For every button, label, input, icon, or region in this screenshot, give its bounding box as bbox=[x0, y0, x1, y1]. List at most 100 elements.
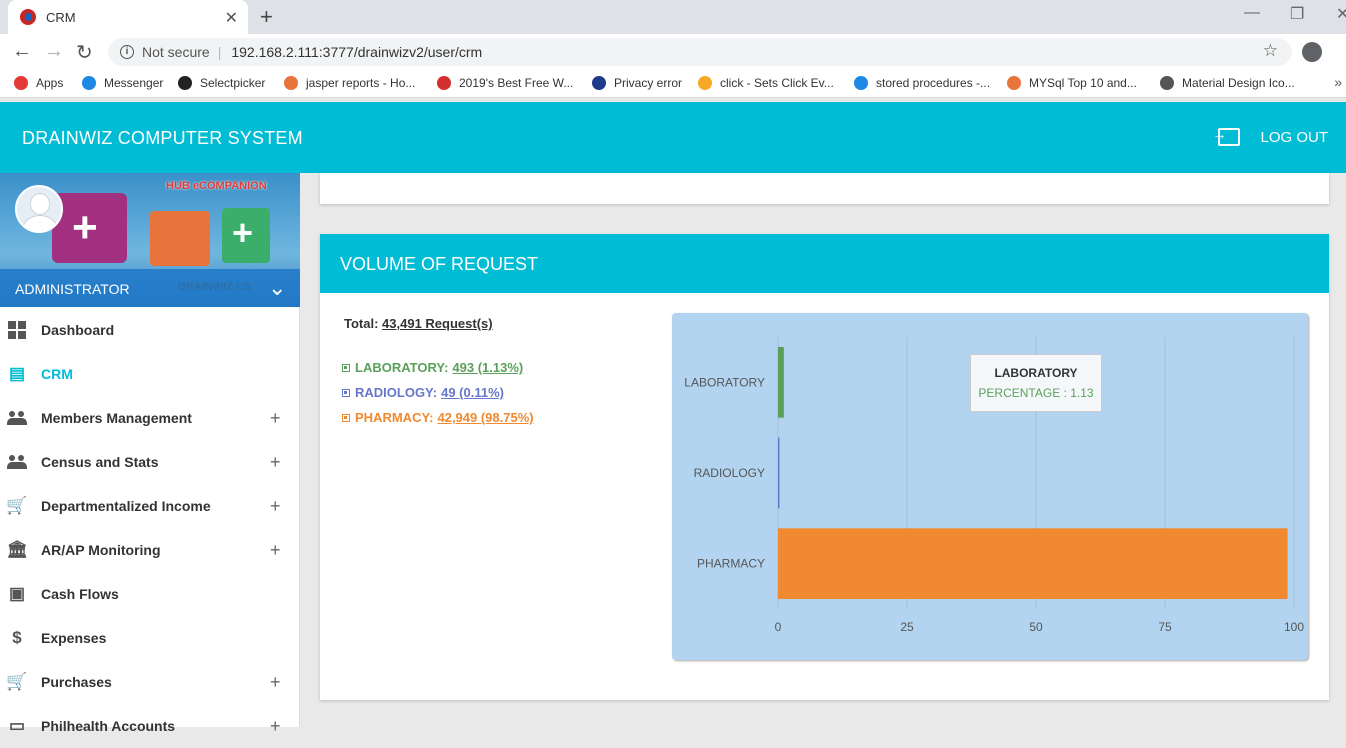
bookmark-item[interactable]: Messenger bbox=[82, 76, 163, 90]
tooltip-text: PERCENTAGE : 1.13 bbox=[978, 386, 1094, 400]
bookmark-label: MYSql Top 10 and... bbox=[1029, 76, 1137, 90]
volume-card: VOLUME OF REQUEST Total: 43,491 Request(… bbox=[320, 234, 1329, 700]
sidebar-item-philhealth-accounts[interactable]: ▭ Philhealth Accounts + bbox=[0, 704, 300, 748]
sidebar-item-members-management[interactable]: Members Management + bbox=[0, 396, 300, 440]
dollar-icon: $ bbox=[12, 628, 22, 647]
forward-icon[interactable]: → bbox=[44, 40, 64, 63]
app-title: DRAINWIZ COMPUTER SYSTEM bbox=[22, 128, 303, 148]
expand-plus-icon[interactable]: + bbox=[270, 672, 281, 693]
site-favicon-icon bbox=[20, 9, 36, 25]
sidebar-item-cash-flows[interactable]: ▣ Cash Flows bbox=[0, 572, 300, 616]
bookmark-item[interactable]: jasper reports - Ho... bbox=[284, 76, 415, 90]
bookmark-icon bbox=[178, 76, 192, 90]
expand-plus-icon[interactable]: + bbox=[270, 540, 281, 561]
logout-button[interactable]: LOG OUT bbox=[1212, 126, 1328, 146]
bookmark-label: stored procedures -... bbox=[876, 76, 991, 90]
sidebar-item-label: Departmentalized Income bbox=[41, 498, 211, 514]
bank-icon: 🏛 bbox=[6, 540, 28, 559]
sidebar-item-label: AR/AP Monitoring bbox=[41, 542, 161, 558]
card-title: VOLUME OF REQUEST bbox=[320, 234, 1329, 293]
browser-tab[interactable]: CRM ✕ bbox=[8, 0, 248, 34]
bookmark-label: Material Design Ico... bbox=[1182, 76, 1295, 90]
bookmark-item[interactable]: Selectpicker bbox=[178, 76, 265, 90]
account-icon[interactable] bbox=[1302, 42, 1322, 62]
bookmark-label: Messenger bbox=[104, 76, 164, 90]
security-label: Not secure bbox=[142, 44, 210, 60]
tab-title: CRM bbox=[46, 9, 76, 25]
legend-value[interactable]: 42,949 (98.75%) bbox=[437, 410, 533, 425]
bookmark-item[interactable]: Apps bbox=[14, 76, 63, 90]
legend-value[interactable]: 49 (0.11%) bbox=[441, 385, 504, 400]
bookmark-star-icon[interactable]: ☆ bbox=[1263, 41, 1278, 61]
browser-menu-icon[interactable]: ⋮ bbox=[1338, 40, 1346, 61]
sidebar-item-expenses[interactable]: $ Expenses bbox=[0, 616, 300, 660]
bookmark-label: Selectpicker bbox=[200, 76, 266, 90]
bookmark-item[interactable]: stored procedures -... bbox=[854, 76, 990, 90]
chart-area: 0 25 50 75 100 LABORATORY RADIOLOGY PHARMACY LA… bbox=[672, 313, 1308, 660]
address-bar[interactable]: i Not secure | 192.168.2.111:3777/drainw… bbox=[108, 38, 1292, 66]
window-close-icon[interactable]: ✕ bbox=[1336, 4, 1346, 24]
document-icon: ▤ bbox=[8, 364, 26, 383]
firstaid-image bbox=[222, 208, 270, 263]
logout-icon bbox=[1212, 126, 1241, 146]
legend-name: LABORATORY: bbox=[355, 360, 449, 375]
sidebar-item-crm[interactable]: ▤ CRM bbox=[0, 352, 300, 396]
x-tick-label: 25 bbox=[900, 620, 914, 634]
sidebar-item-label: Dashboard bbox=[41, 322, 115, 338]
chart-tooltip: LABORATORY PERCENTAGE : 1.13 bbox=[970, 354, 1102, 412]
info-icon[interactable]: i bbox=[120, 45, 134, 59]
chevron-down-icon[interactable]: ⌄ bbox=[268, 275, 286, 301]
bookmark-icon bbox=[698, 76, 712, 90]
restore-icon[interactable]: ❐ bbox=[1290, 4, 1304, 24]
avatar[interactable] bbox=[15, 185, 63, 233]
sidebar-item-departmentalized-income[interactable]: 🛒 Departmentalized Income + bbox=[0, 484, 300, 528]
browser-tabstrip: CRM ✕ + — ❐ ✕ bbox=[0, 0, 1346, 34]
bookmark-icon bbox=[14, 76, 28, 90]
category-label: LABORATORY bbox=[684, 375, 765, 389]
cart-icon: 🛒 bbox=[6, 496, 28, 515]
new-tab-icon[interactable]: + bbox=[260, 4, 273, 30]
sidebar-item-census-and-stats[interactable]: Census and Stats + bbox=[0, 440, 300, 484]
x-tick-label: 75 bbox=[1158, 620, 1172, 634]
reload-icon[interactable]: ↻ bbox=[76, 40, 93, 65]
bookmark-item[interactable]: Privacy error bbox=[592, 76, 682, 90]
sidebar-item-dashboard[interactable]: Dashboard bbox=[0, 308, 300, 352]
tooltip-title: LABORATORY bbox=[994, 366, 1078, 380]
bookmark-item[interactable]: Material Design Ico... bbox=[1160, 76, 1295, 90]
bookmark-item[interactable]: click - Sets Click Ev... bbox=[698, 76, 834, 90]
expand-plus-icon[interactable]: + bbox=[270, 716, 281, 737]
x-tick-label: 100 bbox=[1284, 620, 1304, 634]
sidebar-item-purchases[interactable]: 🛒 Purchases + bbox=[0, 660, 300, 704]
bookmark-item[interactable]: MYSql Top 10 and... bbox=[1007, 76, 1137, 90]
legend-name: RADIOLOGY: bbox=[355, 385, 438, 400]
bookmark-item[interactable]: 2019's Best Free W... bbox=[437, 76, 573, 90]
profile-banner: HUB eCOMPANION ADMINISTRATOR DRAINWIZ CS… bbox=[0, 173, 300, 307]
bookmarks-more-icon[interactable]: » bbox=[1334, 74, 1342, 90]
medical-box-image bbox=[150, 211, 210, 266]
expand-plus-icon[interactable]: + bbox=[270, 408, 281, 429]
bar-pharmacy bbox=[778, 528, 1288, 600]
app-header: DRAINWIZ COMPUTER SYSTEM LOG OUT bbox=[0, 102, 1346, 173]
browser-toolbar: ← → ↻ i Not secure | 192.168.2.111:3777/… bbox=[0, 34, 1346, 70]
expand-plus-icon[interactable]: + bbox=[270, 496, 281, 517]
sidebar-item-label: Members Management bbox=[41, 410, 192, 426]
bookmark-label: jasper reports - Ho... bbox=[306, 76, 416, 90]
people-icon bbox=[7, 408, 27, 428]
url-text[interactable]: 192.168.2.111:3777/drainwizv2/user/crm bbox=[231, 44, 482, 60]
top-card bbox=[320, 173, 1329, 204]
legend-swatch-icon bbox=[342, 413, 350, 422]
back-icon[interactable]: ← bbox=[12, 40, 32, 63]
category-label: RADIOLOGY bbox=[694, 466, 765, 480]
tab-close-icon[interactable]: ✕ bbox=[225, 8, 238, 28]
user-menu[interactable]: ADMINISTRATOR DRAINWIZ CS ⌄ bbox=[0, 269, 300, 307]
sidebar-item-ar-ap-monitoring[interactable]: 🏛 AR/AP Monitoring + bbox=[0, 528, 300, 572]
minimize-icon[interactable]: — bbox=[1244, 4, 1260, 22]
legend-value[interactable]: 493 (1.13%) bbox=[452, 360, 523, 375]
bookmark-icon bbox=[854, 76, 868, 90]
legend-item: RADIOLOGY: 49 (0.11%) bbox=[342, 385, 504, 400]
total-value[interactable]: 43,491 Request(s) bbox=[382, 316, 493, 331]
expand-plus-icon[interactable]: + bbox=[270, 452, 281, 473]
legend-name: PHARMACY: bbox=[355, 410, 434, 425]
bookmark-label: 2019's Best Free W... bbox=[459, 76, 574, 90]
legend-swatch-icon bbox=[342, 363, 350, 372]
